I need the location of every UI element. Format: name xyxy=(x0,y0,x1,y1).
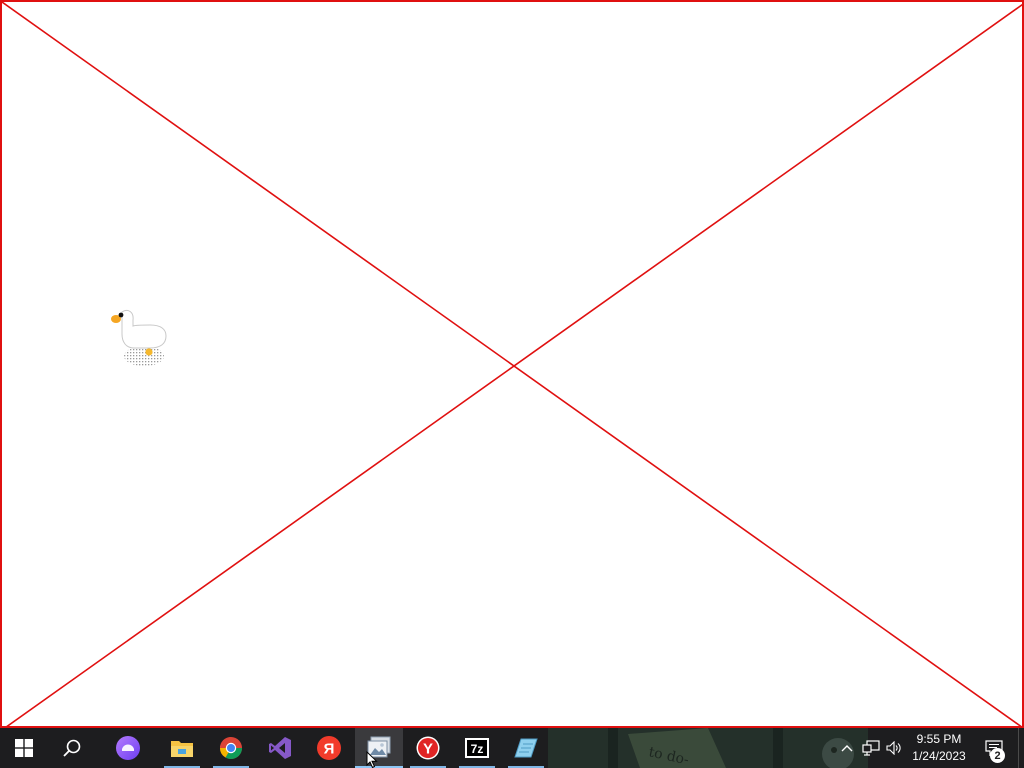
volume-button[interactable] xyxy=(884,728,904,768)
volume-icon xyxy=(886,741,901,755)
desktop-screen: to do- Я Y 7z 9:55 PM 1/24/2023 2 xyxy=(0,0,1024,768)
clock-button[interactable]: 9:55 PM 1/24/2023 xyxy=(904,728,974,768)
yandex-browser-icon: Y xyxy=(416,736,440,760)
taskbar-app-file-explorer[interactable] xyxy=(158,728,206,768)
taskbar-app-yandex-browser[interactable]: Y xyxy=(404,728,452,768)
chrome-icon xyxy=(220,737,242,759)
search-icon xyxy=(63,739,81,757)
yandex-icon: Я xyxy=(317,736,341,760)
taskbar-app-7zip[interactable]: 7z xyxy=(453,728,501,768)
network-icon xyxy=(862,740,880,756)
taskbar-app-yandex[interactable]: Я xyxy=(305,728,353,768)
clock-time: 9:55 PM xyxy=(916,732,962,746)
mouse-cursor-icon xyxy=(366,751,378,768)
notification-count-badge: 2 xyxy=(990,748,1005,763)
show-hidden-icons-button[interactable] xyxy=(838,728,856,768)
taskbar: to do- Я Y 7z 9:55 PM 1/24/2023 xyxy=(0,728,1024,768)
taskbar-app-chrome[interactable] xyxy=(207,728,255,768)
folder-icon xyxy=(171,741,193,757)
clock-date: 1/24/2023 xyxy=(912,749,966,763)
alice-assistant-icon xyxy=(116,736,140,760)
taskbar-app-notebook[interactable] xyxy=(502,728,550,768)
yandex-label: Я xyxy=(324,741,335,758)
7zip-label: 7z xyxy=(471,742,484,756)
search-button[interactable] xyxy=(48,728,96,768)
chevron-up-icon xyxy=(841,745,853,752)
notebook-icon xyxy=(514,738,538,758)
network-button[interactable] xyxy=(860,728,882,768)
taskbar-wallpaper-strip: to do- xyxy=(548,728,868,768)
start-button[interactable] xyxy=(0,728,48,768)
7zip-icon: 7z xyxy=(465,738,489,758)
yandex-browser-label: Y xyxy=(423,741,433,758)
taskbar-app-alice[interactable] xyxy=(104,728,152,768)
windows-start-icon xyxy=(15,739,33,757)
show-desktop-button[interactable] xyxy=(1018,728,1024,768)
goose-icon[interactable] xyxy=(106,304,170,370)
taskbar-app-visual-studio[interactable] xyxy=(256,728,304,768)
taskbar-app-photo-viewer[interactable] xyxy=(355,728,403,768)
visual-studio-icon xyxy=(269,737,291,759)
